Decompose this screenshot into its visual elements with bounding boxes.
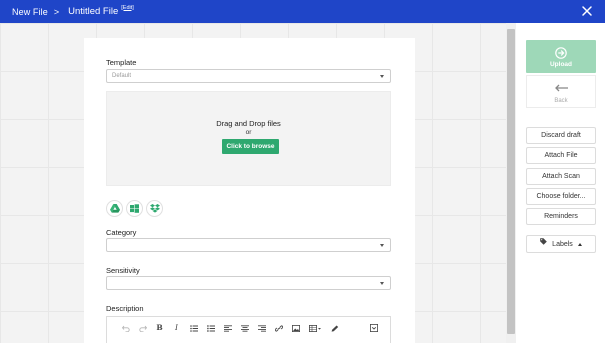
edit-title-link[interactable]: [Edit] bbox=[121, 5, 134, 11]
labels-label: Labels bbox=[552, 240, 573, 248]
dropbox-icon[interactable] bbox=[146, 200, 163, 217]
sensitivity-label: Sensitivity bbox=[106, 266, 140, 275]
tag-icon bbox=[540, 236, 548, 252]
description-label: Description bbox=[106, 304, 144, 313]
numbered-list-icon[interactable] bbox=[202, 322, 219, 333]
template-select[interactable]: Default bbox=[106, 69, 391, 83]
chevron-down-icon bbox=[380, 75, 384, 78]
table-icon[interactable] bbox=[304, 322, 326, 333]
chevron-down-icon bbox=[380, 244, 384, 247]
upload-arrow-icon bbox=[555, 47, 567, 61]
file-dropzone[interactable]: Drag and Drop files or Click to browse bbox=[106, 91, 391, 186]
file-form-card: Template Default Drag and Drop files or … bbox=[84, 38, 415, 343]
image-icon[interactable] bbox=[287, 322, 304, 333]
file-title: Untitled File bbox=[68, 6, 119, 17]
labels-button[interactable]: Labels bbox=[526, 235, 596, 253]
upload-label: Upload bbox=[549, 61, 573, 68]
document-canvas: Template Default Drag and Drop files or … bbox=[0, 23, 506, 343]
cloud-source-buttons bbox=[106, 200, 163, 217]
breadcrumb-new-file[interactable]: New File bbox=[12, 7, 48, 17]
top-bar: New File > Untitled File [Edit] bbox=[0, 0, 605, 23]
template-label: Template bbox=[106, 58, 137, 67]
bulleted-list-icon[interactable] bbox=[185, 322, 202, 333]
scrollbar-thumb[interactable] bbox=[507, 29, 515, 334]
reminders-button[interactable]: Reminders bbox=[526, 208, 596, 225]
attach-file-button[interactable]: Attach File bbox=[526, 147, 596, 164]
category-label: Category bbox=[106, 228, 137, 237]
pen-icon[interactable] bbox=[326, 322, 343, 333]
action-panel: Upload Back Discard draft Attach File At… bbox=[516, 23, 605, 343]
choose-folder-button[interactable]: Choose folder... bbox=[526, 188, 596, 205]
chevron-down-icon bbox=[380, 282, 384, 285]
dropzone-text: Drag and Drop files bbox=[216, 119, 281, 128]
bold-icon[interactable]: B bbox=[151, 322, 168, 333]
upload-button[interactable]: Upload bbox=[526, 40, 596, 73]
redo-icon[interactable] bbox=[134, 322, 151, 333]
onedrive-icon[interactable] bbox=[126, 200, 143, 217]
back-label: Back bbox=[554, 98, 568, 104]
align-right-icon[interactable] bbox=[253, 322, 270, 333]
attach-scan-button[interactable]: Attach Scan bbox=[526, 168, 596, 185]
discard-draft-button[interactable]: Discard draft bbox=[526, 127, 596, 144]
browse-button[interactable]: Click to browse bbox=[222, 139, 279, 154]
back-button[interactable]: Back bbox=[526, 75, 596, 108]
description-editor[interactable]: B I bbox=[106, 316, 391, 343]
template-select-value: Default bbox=[112, 73, 132, 79]
dropzone-or-text: or bbox=[245, 129, 252, 136]
google-drive-icon[interactable] bbox=[106, 200, 123, 217]
chevron-up-icon bbox=[577, 242, 582, 246]
align-left-icon[interactable] bbox=[219, 322, 236, 333]
category-select[interactable] bbox=[106, 238, 391, 252]
arrow-left-icon bbox=[555, 84, 569, 94]
align-center-icon[interactable] bbox=[236, 322, 253, 333]
breadcrumb-separator: > bbox=[53, 6, 60, 17]
undo-icon[interactable] bbox=[117, 322, 134, 333]
sensitivity-select[interactable] bbox=[106, 276, 391, 290]
editor-toolbar: B I bbox=[117, 322, 382, 333]
link-icon[interactable] bbox=[270, 322, 287, 333]
italic-icon[interactable]: I bbox=[168, 322, 185, 333]
scrollbar[interactable] bbox=[506, 23, 516, 343]
expand-icon[interactable] bbox=[365, 322, 382, 333]
close-icon[interactable] bbox=[580, 4, 594, 18]
